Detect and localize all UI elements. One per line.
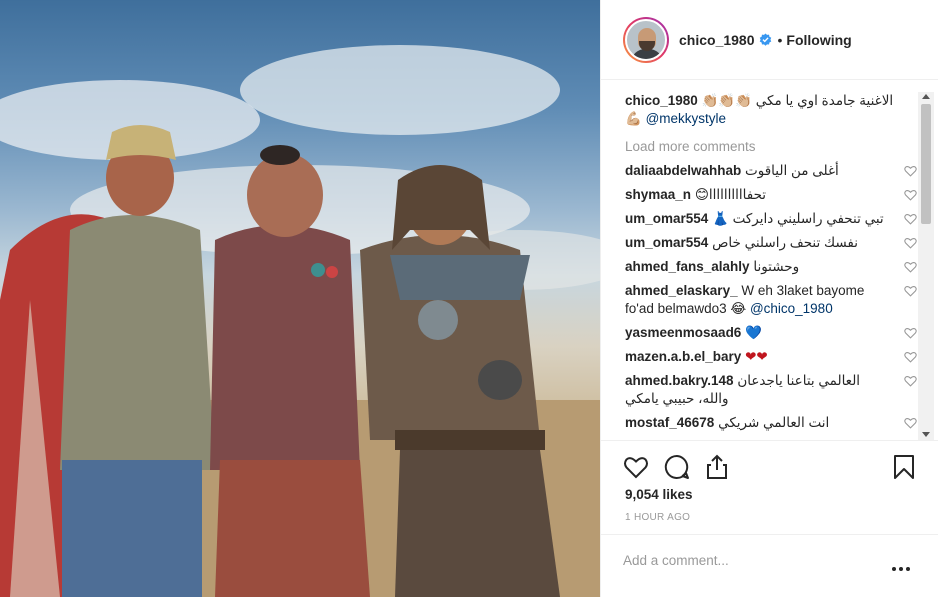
heart-icon[interactable]	[904, 165, 917, 177]
instagram-post-view: chico_1980 • Following chico_1980 الاغني…	[0, 0, 938, 597]
heart-icon[interactable]	[904, 189, 917, 201]
comment-row: ahmed_fans_alahly وحشتونا	[625, 258, 917, 276]
comment-bubble-icon[interactable]	[664, 454, 690, 480]
comment-row: um_omar554 تبي تنحفي راسليني دايركت 👗	[625, 210, 917, 228]
comment-text: وحشتونا	[753, 259, 800, 274]
comment-text: ❤❤	[745, 349, 768, 364]
comment-username[interactable]: ahmed_elaskary_	[625, 283, 738, 298]
following-button[interactable]: Following	[786, 32, 851, 48]
caption-mention-link[interactable]: @mekkystyle	[646, 111, 726, 126]
heart-icon[interactable]	[904, 261, 917, 273]
comment-row: daliaabdelwahhab أغلى من الياقوت	[625, 162, 917, 180]
post-photo[interactable]	[0, 0, 600, 597]
comment-text: تحفاااااااااا😊	[694, 187, 767, 202]
heart-icon[interactable]	[904, 285, 917, 297]
comment-username[interactable]: mostaf_46678	[625, 415, 714, 430]
post-author-username[interactable]: chico_1980	[679, 32, 755, 48]
comment-username[interactable]: yasmeenmosaad6	[625, 325, 741, 340]
comment-username[interactable]: um_omar554	[625, 235, 708, 250]
heart-icon[interactable]	[623, 454, 649, 480]
add-comment-bar	[601, 534, 938, 597]
comment-row: yasmeenmosaad6 💙	[625, 324, 917, 342]
scroll-down-icon[interactable]	[922, 432, 930, 437]
heart-icon[interactable]	[904, 417, 917, 429]
comment-username[interactable]: daliaabdelwahhab	[625, 163, 741, 178]
comment-username[interactable]: ahmed_fans_alahly	[625, 259, 750, 274]
avatar[interactable]	[623, 16, 669, 63]
post-header: chico_1980 • Following	[601, 0, 938, 80]
comments-list[interactable]: chico_1980 الاغنية جامدة اوي يا مكي 👏🏼👏🏼…	[625, 92, 917, 440]
comment-row: shymaa_n تحفاااااااااا😊	[625, 186, 917, 204]
bookmark-icon[interactable]	[891, 454, 917, 480]
comment-username[interactable]: um_omar554	[625, 211, 708, 226]
comment-username[interactable]: mazen.a.b.el_bary	[625, 349, 741, 364]
comments-scrollbar[interactable]	[918, 92, 934, 440]
comment-row: mazen.a.b.el_bary ❤❤	[625, 348, 917, 366]
comment-text: أغلى من الياقوت	[745, 163, 839, 178]
comment-mention-link[interactable]: @chico_1980	[750, 301, 833, 316]
likes-count[interactable]: 9,054 likes	[625, 487, 693, 502]
post-timestamp: 1 HOUR AGO	[625, 512, 691, 523]
post-photo-illustration	[0, 45, 600, 597]
comment-text: انت العالمي شريكي	[718, 415, 830, 430]
more-options-icon[interactable]	[891, 565, 911, 573]
comment-text: 💙	[745, 325, 762, 340]
share-icon[interactable]	[704, 454, 730, 480]
heart-icon[interactable]	[904, 213, 917, 225]
post-side-panel: chico_1980 • Following chico_1980 الاغني…	[600, 0, 938, 597]
heart-icon[interactable]	[904, 327, 917, 339]
load-more-comments-button[interactable]: Load more comments	[625, 138, 917, 156]
caption-text: الاغنية جامدة اوي يا مكي 👏🏼👏🏼👏🏼	[701, 93, 894, 108]
comment-username[interactable]: ahmed.bakry.148	[625, 373, 734, 388]
comment-text: نفسك تنحف راسلني خاص	[712, 235, 858, 250]
heart-icon[interactable]	[904, 351, 917, 363]
caption-emoji: 💪🏼	[625, 111, 642, 126]
separator-dot: •	[777, 31, 783, 48]
comment-row: um_omar554 نفسك تنحف راسلني خاص	[625, 234, 917, 252]
caption-username[interactable]: chico_1980	[625, 93, 698, 108]
comment-text: تبي تنحفي راسليني دايركت 👗	[712, 211, 884, 226]
comment-input[interactable]	[623, 549, 863, 571]
comment-row: mostaf_46678 انت العالمي شريكي	[625, 414, 917, 432]
verified-badge-icon	[759, 33, 771, 46]
scrollbar-thumb[interactable]	[921, 104, 931, 224]
comment-row: ahmed.bakry.148 العالمي بتاعنا ياجدعان و…	[625, 372, 917, 408]
comment-username[interactable]: shymaa_n	[625, 187, 691, 202]
comment-row: ahmed_elaskary_ W eh 3laket bayome fo'ad…	[625, 282, 917, 318]
scroll-up-icon[interactable]	[922, 94, 930, 99]
heart-icon[interactable]	[904, 375, 917, 387]
heart-icon[interactable]	[904, 237, 917, 249]
post-caption: chico_1980 الاغنية جامدة اوي يا مكي 👏🏼👏🏼…	[625, 92, 917, 128]
